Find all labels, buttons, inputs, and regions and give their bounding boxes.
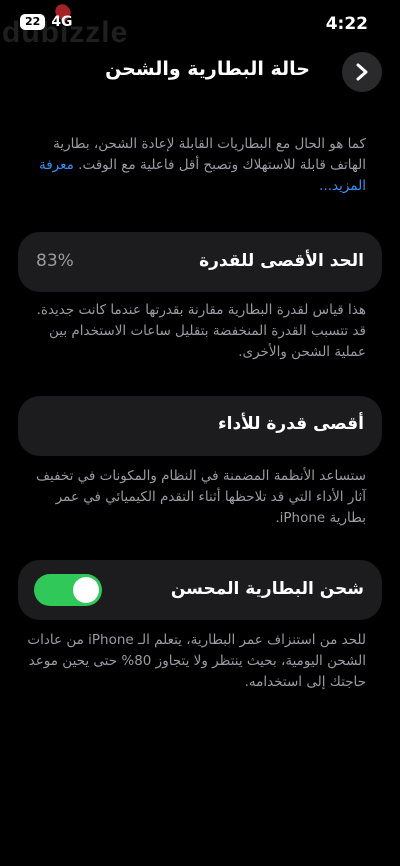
optimized-charging-description: للحد من استنزاف عمر البطارية، يتعلم الـ … [27, 632, 366, 690]
status-left: 22 4G [20, 14, 73, 30]
max-capacity-description: هذا قياس لقدرة البطارية مقارنة بقدرتها ع… [36, 302, 366, 360]
intro-text: كما هو الحال مع البطاريات القابلة لإعادة… [26, 134, 366, 197]
peak-performance-description: ستساعد الأنظمة المضمنة في النظام والمكون… [36, 468, 366, 526]
optimized-charging-toggle[interactable] [34, 574, 102, 606]
optimized-charging-label: شحن البطارية المحسن [170, 579, 364, 599]
peak-performance-card: أقصى قدرة للأداء [18, 396, 382, 456]
status-bar: dubizzle 22 4G 4:22 [0, 0, 400, 49]
back-button[interactable] [342, 52, 382, 92]
status-time: 4:22 [325, 14, 368, 34]
page-title: حالة البطارية والشحن [105, 58, 310, 80]
network-indicator: 4G [51, 14, 73, 30]
toggle-knob [73, 577, 99, 603]
peak-performance-label: أقصى قدرة للأداء [217, 414, 364, 434]
battery-level-badge: 22 [20, 14, 46, 30]
intro-description: كما هو الحال مع البطاريات القابلة لإعادة… [53, 136, 366, 173]
chevron-right-icon [356, 63, 368, 81]
nav-bar: حالة البطارية والشحن [0, 48, 400, 96]
max-capacity-label: الحد الأقصى للقدرة [199, 251, 364, 271]
max-capacity-card: الحد الأقصى للقدرة 83% [18, 232, 382, 292]
optimized-charging-card: شحن البطارية المحسن [18, 560, 382, 620]
max-capacity-value: 83% [36, 251, 74, 271]
